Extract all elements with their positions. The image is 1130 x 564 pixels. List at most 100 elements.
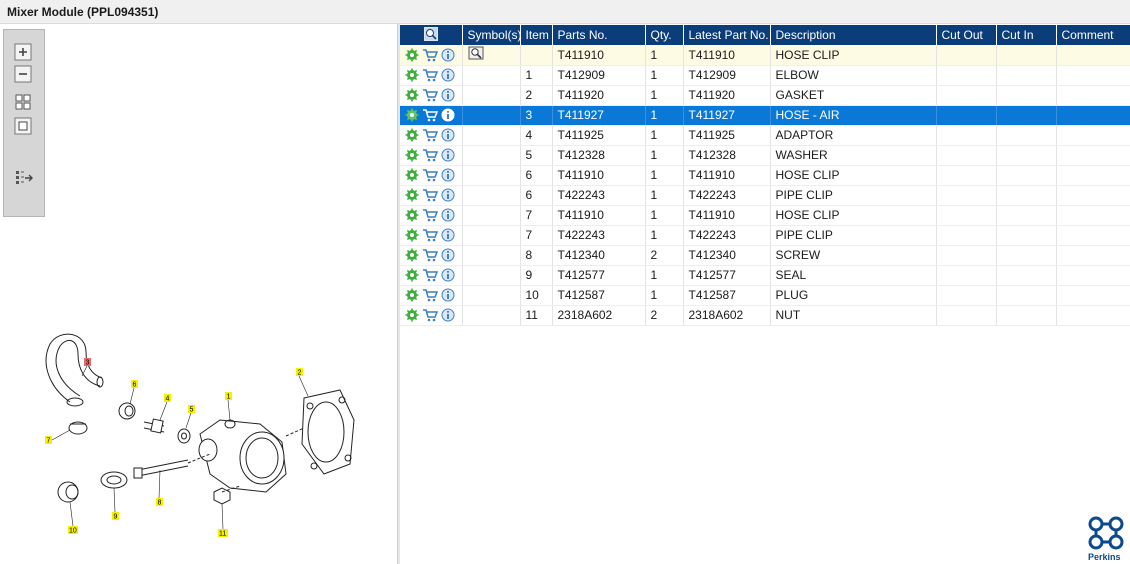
col-header-qty[interactable]: Qty. (645, 25, 684, 45)
symbol-cell (462, 245, 521, 266)
cart-icon[interactable] (422, 228, 438, 242)
gear-icon[interactable] (405, 288, 419, 302)
gear-icon[interactable] (405, 248, 419, 262)
cart-icon[interactable] (422, 168, 438, 182)
table-row[interactable]: 3 T411927 1 T411927 HOSE - AIR (400, 105, 1130, 126)
table-row[interactable]: 7 T422243 1 T422243 PIPE CLIP (400, 225, 1130, 246)
cart-icon[interactable] (422, 308, 438, 322)
info-icon[interactable] (441, 268, 455, 282)
table-row[interactable]: 5 T412328 1 T412328 WASHER (400, 145, 1130, 166)
comment-cell (1056, 105, 1130, 126)
export-button[interactable] (12, 168, 36, 188)
gear-icon[interactable] (405, 168, 419, 182)
zoom-out-button[interactable] (12, 64, 36, 84)
cart-icon[interactable] (422, 248, 438, 262)
table-row[interactable]: 1 T412909 1 T412909 ELBOW (400, 65, 1130, 86)
table-row[interactable]: 11 2318A602 2 2318A602 NUT (400, 305, 1130, 326)
row-actions (400, 85, 463, 106)
symbol-cell (462, 165, 521, 186)
info-icon[interactable] (441, 308, 455, 322)
description-cell: HOSE - AIR (770, 105, 937, 126)
col-header-cut-in[interactable]: Cut In (996, 25, 1057, 45)
magnifier-symbol-icon[interactable] (468, 46, 486, 60)
table-row[interactable]: 10 T412587 1 T412587 PLUG (400, 285, 1130, 306)
table-row[interactable]: 6 T411910 1 T411910 HOSE CLIP (400, 165, 1130, 186)
gear-icon[interactable] (405, 308, 419, 322)
qty-cell: 1 (645, 265, 684, 286)
col-header-item[interactable]: Item (520, 25, 553, 45)
fit-page-button[interactable] (12, 92, 36, 112)
cart-icon[interactable] (422, 48, 438, 62)
gear-icon[interactable] (405, 188, 419, 202)
cart-icon[interactable] (422, 88, 438, 102)
table-row[interactable]: 6 T422243 1 T422243 PIPE CLIP (400, 185, 1130, 206)
zoom-in-button[interactable] (12, 42, 36, 62)
info-icon[interactable] (441, 208, 455, 222)
info-icon[interactable] (441, 248, 455, 262)
gear-icon[interactable] (405, 48, 419, 62)
cart-icon[interactable] (422, 128, 438, 142)
cart-icon[interactable] (422, 188, 438, 202)
cart-icon[interactable] (422, 288, 438, 302)
col-header-latest-part-no[interactable]: Latest Part No. (683, 25, 771, 45)
table-row[interactable]: 7 T411910 1 T411910 HOSE CLIP (400, 205, 1130, 226)
col-header-comment[interactable]: Comment (1056, 25, 1130, 45)
info-icon[interactable] (441, 48, 455, 62)
cart-icon[interactable] (422, 268, 438, 282)
part-no-cell: T411925 (552, 125, 646, 146)
info-icon[interactable] (441, 228, 455, 242)
table-row[interactable]: 2 T411920 1 T411920 GASKET (400, 85, 1130, 106)
cart-icon[interactable] (422, 108, 438, 122)
info-icon[interactable] (441, 88, 455, 102)
col-header-description[interactable]: Description (770, 25, 937, 45)
comment-cell (1056, 125, 1130, 146)
callout-3-label: 3 (86, 360, 90, 367)
header-row: Symbol(s) Item Parts No. Qty. Latest Par… (400, 25, 1130, 45)
gear-icon[interactable] (405, 268, 419, 282)
cut-in-cell (996, 185, 1057, 206)
col-header-symbols[interactable]: Symbol(s) (462, 25, 522, 45)
col-header-parts-no[interactable]: Parts No. (552, 25, 646, 45)
item-cell: 6 (520, 165, 553, 186)
qty-cell: 1 (645, 285, 684, 306)
item-cell: 9 (520, 265, 553, 286)
table-row[interactable]: T411910 1 T411910 HOSE CLIP (400, 45, 1130, 66)
callout-8-label: 8 (158, 500, 162, 507)
gear-icon[interactable] (405, 228, 419, 242)
gear-icon[interactable] (405, 68, 419, 82)
gear-icon[interactable] (405, 88, 419, 102)
item-cell: 2 (520, 85, 553, 106)
gear-icon[interactable] (405, 148, 419, 162)
gear-icon[interactable] (405, 128, 419, 142)
exploded-parts-drawing[interactable]: 3 6 4 5 1 2 7 10 9 8 11 (20, 324, 390, 544)
drawing-pane[interactable]: 3 6 4 5 1 2 7 10 9 8 11 (0, 24, 397, 564)
info-icon[interactable] (441, 188, 455, 202)
cart-icon[interactable] (422, 148, 438, 162)
reset-view-button[interactable] (12, 116, 36, 136)
comment-cell (1056, 85, 1130, 106)
info-icon[interactable] (441, 68, 455, 82)
cart-icon[interactable] (422, 208, 438, 222)
row-actions (400, 45, 463, 66)
info-icon[interactable] (441, 168, 455, 182)
cart-icon[interactable] (422, 68, 438, 82)
table-row[interactable]: 9 T412577 1 T412577 SEAL (400, 265, 1130, 286)
item-cell: 10 (520, 285, 553, 306)
info-icon[interactable] (441, 288, 455, 302)
table-row[interactable]: 4 T411925 1 T411925 ADAPTOR (400, 125, 1130, 146)
info-icon[interactable] (441, 108, 455, 122)
title-bar: Mixer Module (PPL094351) (0, 0, 1130, 24)
gear-icon[interactable] (405, 108, 419, 122)
col-header-actions[interactable] (400, 25, 463, 45)
description-cell: SCREW (770, 245, 937, 266)
item-cell: 11 (520, 305, 553, 326)
qty-cell: 1 (645, 45, 684, 66)
cut-out-cell (936, 305, 997, 326)
cut-out-cell (936, 45, 997, 66)
table-row[interactable]: 8 T412340 2 T412340 SCREW (400, 245, 1130, 266)
info-icon[interactable] (441, 128, 455, 142)
gear-icon[interactable] (405, 208, 419, 222)
col-header-cut-out[interactable]: Cut Out (936, 25, 997, 45)
info-icon[interactable] (441, 148, 455, 162)
row-actions (400, 125, 463, 146)
